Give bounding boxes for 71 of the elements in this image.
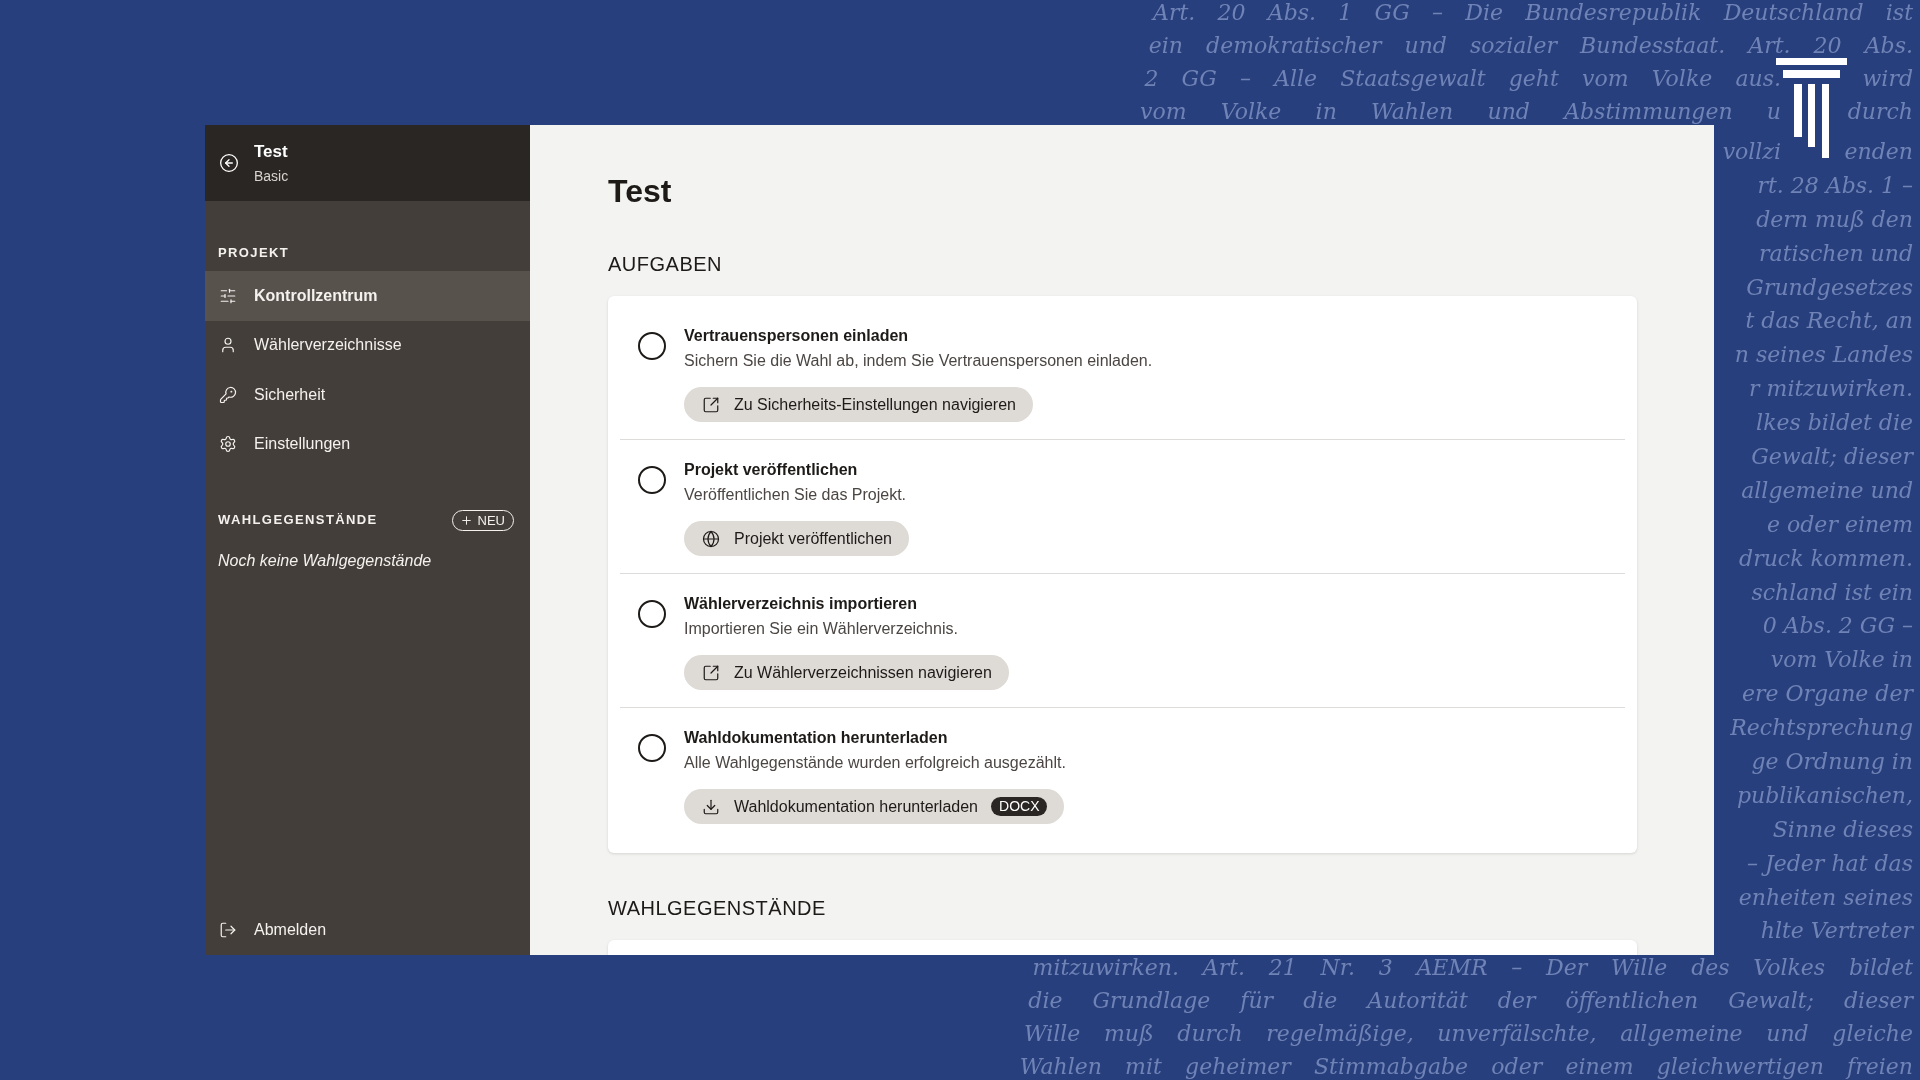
background-text: hlte Vertreter [1759, 919, 1913, 944]
file-format-badge: DOCX [991, 797, 1048, 816]
section-title: AUFGABEN [608, 252, 723, 276]
plus-icon [459, 513, 473, 527]
action-button[interactable]: Zu Sicherheits-Einstellungen navigieren [684, 387, 1033, 422]
background-text: publikanischen, [1735, 783, 1913, 808]
background-text: Grundgesetzes [1745, 275, 1913, 300]
empty-state-text: Noch keine Wahlgegenstände [218, 551, 432, 571]
nav-item[interactable]: Einstellungen [205, 419, 530, 469]
background-text: e oder einem [1766, 512, 1913, 537]
background-text: die Grundlage für die Autorität der öffentlichen Gewalt; dieser [1028, 989, 1913, 1013]
section-title: WAHLGEGENSTÄNDE [608, 896, 826, 920]
background-text: ge Ordnung in [1750, 750, 1913, 775]
nav-item[interactable]: Kontrollzentrum [205, 271, 530, 321]
background-text: 2 GG – Alle Staatsgewalt geht vom Volke aus. [1144, 67, 1781, 91]
page-title: Test [608, 172, 672, 211]
logout-item[interactable]: Abmelden [205, 905, 530, 955]
background-text: allgemeine und [1740, 478, 1913, 503]
background-text: vollzi [1721, 140, 1781, 164]
background-text: enheiten seines [1737, 885, 1913, 910]
external-link-icon [702, 395, 720, 414]
background-text: lkes bildet die [1755, 411, 1913, 436]
background-text: schland ist ein [1750, 580, 1913, 605]
background-text: enden [1843, 140, 1913, 164]
project-title: Test [254, 141, 289, 162]
background-text: rt. 28 Abs. 1 – [1756, 173, 1913, 198]
task-description: Importieren Sie ein Wählerverzeichnis. [684, 619, 958, 639]
plan-label: Basic [254, 166, 289, 185]
background-text: ein demokratischer und sozialer Bundesstaat. Art. 20 Abs. [1148, 34, 1913, 58]
background-text: Gewalt; dieser [1750, 445, 1913, 469]
background-text: mitzuwirken. Art. 21 Nr. 3 AEMR – Der Wille des Volkes bildet [1032, 956, 1913, 980]
background-text: druck kommen. [1738, 546, 1913, 571]
background-text: n seines Landes [1733, 343, 1913, 368]
task-title: Vertrauenspersonen einladen [684, 326, 909, 346]
external-link-icon [702, 663, 720, 682]
task-description: Sichern Sie die Wahl ab, indem Sie Vertrauenspersonen einladen. [684, 351, 1153, 371]
section-heading: PROJEKT [218, 245, 290, 261]
background-text: Art. 20 Abs. 1 GG – Die Bundesrepublik Deutschland ist [1153, 1, 1913, 25]
action-button[interactable]: Projekt veröffentlichen [684, 521, 909, 556]
background-text: ratischen und [1758, 241, 1913, 266]
background-text: dern muß den [1755, 207, 1913, 232]
nav-item[interactable]: Wählerverzeichnisse [205, 320, 530, 370]
task-title: Wählerverzeichnis importieren [684, 594, 917, 614]
person-icon [219, 336, 237, 355]
task-description: Veröffentlichen Sie das Projekt. [684, 485, 907, 505]
background-text: Wille muß durch regelmäßige, unverfälschte, allgemeine und gleiche [1024, 1022, 1913, 1046]
settings-icon [219, 435, 237, 454]
action-button[interactable]: Zu Wählerverzeichnissen navigieren [684, 655, 1009, 690]
background-text: Wahlen mit geheimer Stimmabgabe oder einem gleichwertigen freien [1019, 1055, 1913, 1079]
background-text: Sinne dieses [1771, 817, 1913, 842]
sliders-icon [219, 286, 237, 305]
background-text: 0 Abs. 2 GG – [1761, 614, 1913, 639]
key-icon [219, 385, 237, 404]
nav-item[interactable]: Sicherheit [205, 370, 530, 420]
background-text: ere Organe der [1740, 682, 1913, 707]
logout-icon [219, 921, 237, 940]
background-text: vom Volke in Wahlen und Abstimmungen u [1140, 100, 1781, 124]
background-text: t das Recht, an [1744, 309, 1913, 334]
background-text: wird [1861, 67, 1913, 91]
action-button[interactable]: Wahldokumentation herunterladen DOCX [684, 789, 1065, 824]
download-icon [702, 797, 720, 816]
globe-icon [702, 529, 720, 548]
background-text: – Jeder hat das [1745, 851, 1913, 876]
background-text: Rechtsprechung [1729, 716, 1913, 741]
task-title: Projekt veröffentlichen [684, 460, 858, 480]
task-title: Wahldokumentation herunterladen [684, 728, 948, 748]
background-text: durch [1846, 100, 1913, 124]
background-text: r mitzuwirken. [1748, 377, 1913, 402]
section-heading: WAHLGEGENSTÄNDE [218, 512, 378, 528]
background-text: vom Volke in [1769, 648, 1913, 673]
task-description: Alle Wahlgegenstände wurden erfolgreich ausgezählt. [684, 753, 1066, 773]
